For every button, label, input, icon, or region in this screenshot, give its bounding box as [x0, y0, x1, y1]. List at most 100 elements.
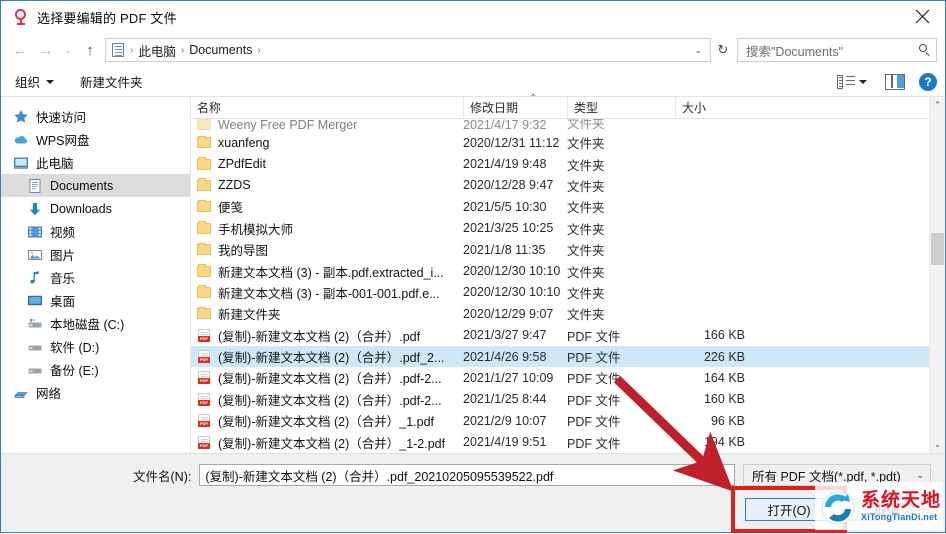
- back-icon[interactable]: ←: [7, 37, 33, 63]
- file-open-dialog: 选择要编辑的 PDF 文件 ← → ⌄ ↑ › 此电脑 › Documents …: [0, 0, 946, 533]
- table-row[interactable]: (复制)-新建文本文档 (2)（合并）.pdf-2... 2021/1/27 1…: [191, 367, 945, 388]
- file-size-cell: 164 KB: [703, 370, 745, 385]
- filetype-select[interactable]: 所有 PDF 文档(*.pdf, *.pdt) ⌄: [743, 464, 931, 486]
- sidebar-item-documents[interactable]: Documents: [1, 174, 190, 197]
- table-row[interactable]: (复制)-新建文本文档 (2)（合并）_1.pdf 2021/2/9 10:07…: [191, 410, 945, 431]
- pdf-file-icon: [197, 349, 212, 364]
- recent-locations-icon[interactable]: ⌄: [59, 37, 77, 63]
- sidebar-item-network[interactable]: 网络: [1, 381, 190, 404]
- scrollbar-thumb[interactable]: [931, 233, 944, 265]
- up-icon[interactable]: ↑: [77, 37, 103, 63]
- table-row[interactable]: ZPdfEdit 2021/4/19 9:48 文件夹: [191, 153, 945, 174]
- breadcrumb-separator: ›: [130, 44, 134, 56]
- sidebar-item-drive-e[interactable]: 备份 (E:): [1, 358, 190, 381]
- file-date-cell: 2021/5/5 10:30: [463, 199, 547, 214]
- table-row[interactable]: 便笺 2021/5/5 10:30 文件夹: [191, 196, 945, 217]
- file-name: (复制)-新建文本文档 (2)（合并）_1-2.pdf: [218, 436, 446, 451]
- filetype-value: 所有 PDF 文档(*.pdf, *.pdt): [752, 469, 901, 484]
- close-icon[interactable]: [899, 1, 945, 32]
- new-folder-button[interactable]: 新建文件夹: [80, 72, 143, 91]
- folder-icon: [197, 135, 212, 150]
- filename-value: (复制)-新建文本文档 (2)（合并）.pdf_2021020509553952…: [205, 469, 554, 484]
- table-row[interactable]: (复制)-新建文本文档 (2)（合并）.pdf 2021/3/27 9:47 P…: [191, 325, 945, 346]
- column-header-name[interactable]: 名称: [191, 97, 463, 118]
- file-name: 新建文件夹: [218, 308, 281, 323]
- sidebar-item-desktop[interactable]: 桌面: [1, 289, 190, 312]
- address-bar[interactable]: › 此电脑 › Documents › ⌄: [105, 38, 711, 62]
- filename-input[interactable]: (复制)-新建文本文档 (2)（合并）.pdf_2021020509553952…: [199, 464, 735, 486]
- column-header-size[interactable]: 大小: [675, 97, 755, 118]
- search-input[interactable]: 搜索"Documents": [737, 38, 937, 62]
- column-header-type[interactable]: 类型: [567, 97, 675, 118]
- sidebar-item-label: 图片: [50, 249, 76, 263]
- file-type-cell: PDF 文件: [567, 329, 621, 344]
- table-row[interactable]: 新建文本文档 (3) - 副本-001-001.pdf.e... 2020/12…: [191, 282, 945, 303]
- file-name: 新建文本文档 (3) - 副本-001-001.pdf.e...: [218, 286, 440, 301]
- file-date-cell: 2021/3/25 10:25: [463, 221, 554, 236]
- sidebar-item-music[interactable]: 音乐: [1, 266, 190, 289]
- file-list-pane: 名称 修改日期 类型 大小 ⌃ Weeny Free PDF Merger 20…: [191, 93, 945, 453]
- sidebar-item-quick-access[interactable]: 快速访问: [1, 105, 190, 128]
- sidebar-item-label: 备份 (E:): [50, 364, 99, 378]
- table-row[interactable]: (复制)-新建文本文档 (2)（合并）_1-2.pdf 2021/4/19 9:…: [191, 431, 945, 452]
- file-size-cell: 166 KB: [703, 328, 745, 343]
- pdf-file-icon: [197, 392, 212, 407]
- table-row[interactable]: 新建文件夹 2020/12/29 9:07 文件夹: [191, 303, 945, 324]
- sidebar-item-pictures[interactable]: 图片: [1, 243, 190, 266]
- sidebar-item-downloads[interactable]: Downloads: [1, 197, 190, 220]
- file-name-cell: xuanfeng: [191, 135, 463, 150]
- column-headers: 名称 修改日期 类型 大小 ⌃: [191, 93, 945, 119]
- organize-button[interactable]: 组织: [15, 72, 55, 91]
- file-date-cell: 2020/12/28 9:47: [463, 178, 554, 193]
- table-row[interactable]: Weeny Free PDF Merger 2021/4/17 9:32 文件夹: [191, 119, 945, 132]
- folder-icon: [197, 285, 212, 300]
- sidebar-item-label: 本地磁盘 (C:): [50, 318, 125, 332]
- sidebar-item-wps-cloud[interactable]: WPS网盘: [1, 128, 190, 151]
- cancel-button[interactable]: 取消: [843, 498, 931, 521]
- help-icon[interactable]: ?: [919, 72, 937, 91]
- file-name: Weeny Free PDF Merger: [218, 119, 358, 132]
- sidebar-item-label: 桌面: [50, 295, 76, 309]
- address-chevron-down-icon[interactable]: ⌄: [688, 45, 708, 56]
- breadcrumb-item-1[interactable]: Documents: [186, 43, 255, 57]
- filename-chevron-down-icon[interactable]: ⌄: [712, 470, 732, 481]
- sidebar-item-label: 快速访问: [36, 111, 87, 125]
- pdf-file-icon: [197, 328, 212, 343]
- documents-folder-icon: [110, 42, 126, 58]
- breadcrumb-item-0[interactable]: 此电脑: [135, 41, 179, 60]
- preview-pane-icon[interactable]: [885, 73, 905, 90]
- table-row[interactable]: 新建文本文档 (3) - 副本.pdf.extracted_i... 2020/…: [191, 260, 945, 281]
- pictures-icon: [27, 247, 43, 263]
- file-size-cell: 160 KB: [703, 392, 745, 407]
- sidebar-item-drive-d[interactable]: 软件 (D:): [1, 335, 190, 358]
- forward-icon[interactable]: →: [33, 37, 59, 63]
- table-row[interactable]: 我的导图 2021/1/8 11:35 文件夹: [191, 239, 945, 260]
- table-row[interactable]: xuanfeng 2020/12/31 11:12 文件夹: [191, 132, 945, 153]
- file-name-cell: 我的导图: [191, 240, 463, 259]
- sidebar-item-drive-c[interactable]: 本地磁盘 (C:): [1, 312, 190, 335]
- table-row[interactable]: (复制)-新建文本文档 (2)（合并）.pdf-2... 2021/1/25 8…: [191, 389, 945, 410]
- pdf-file-icon: [197, 413, 212, 428]
- scroll-down-icon[interactable]: ⌄: [930, 436, 945, 453]
- view-chevron-down-icon[interactable]: [859, 79, 867, 84]
- documents-icon: [27, 178, 43, 194]
- table-row[interactable]: 手机模拟大师 2021/3/25 10:25 文件夹: [191, 218, 945, 239]
- list-view-icon[interactable]: [835, 73, 857, 91]
- column-header-date[interactable]: 修改日期: [463, 97, 567, 118]
- sidebar-item-this-pc[interactable]: 此电脑: [1, 151, 190, 174]
- vertical-scrollbar[interactable]: ⌃ ⌄: [929, 97, 945, 453]
- refresh-icon[interactable]: ↻: [711, 37, 735, 63]
- file-type-cell: PDF 文件: [567, 372, 621, 387]
- table-row[interactable]: ZZDS 2020/12/28 9:47 文件夹: [191, 175, 945, 196]
- table-row-selected[interactable]: (复制)-新建文本文档 (2)（合并）.pdf_2... 2021/4/26 9…: [191, 345, 945, 368]
- sidebar-item-videos[interactable]: 视频: [1, 220, 190, 243]
- search-icon: [918, 43, 932, 57]
- filetype-chevron-down-icon[interactable]: ⌄: [916, 470, 924, 481]
- sidebar-item-label: 音乐: [50, 272, 76, 286]
- scroll-up-icon[interactable]: ⌃: [930, 97, 945, 114]
- file-type-cell: 文件夹: [567, 308, 605, 323]
- file-date-cell: 2020/12/29 9:07: [463, 306, 554, 321]
- file-name-cell: Weeny Free PDF Merger: [191, 119, 463, 132]
- window-title: 选择要编辑的 PDF 文件: [37, 10, 177, 26]
- open-button[interactable]: 打开(O): [745, 498, 833, 521]
